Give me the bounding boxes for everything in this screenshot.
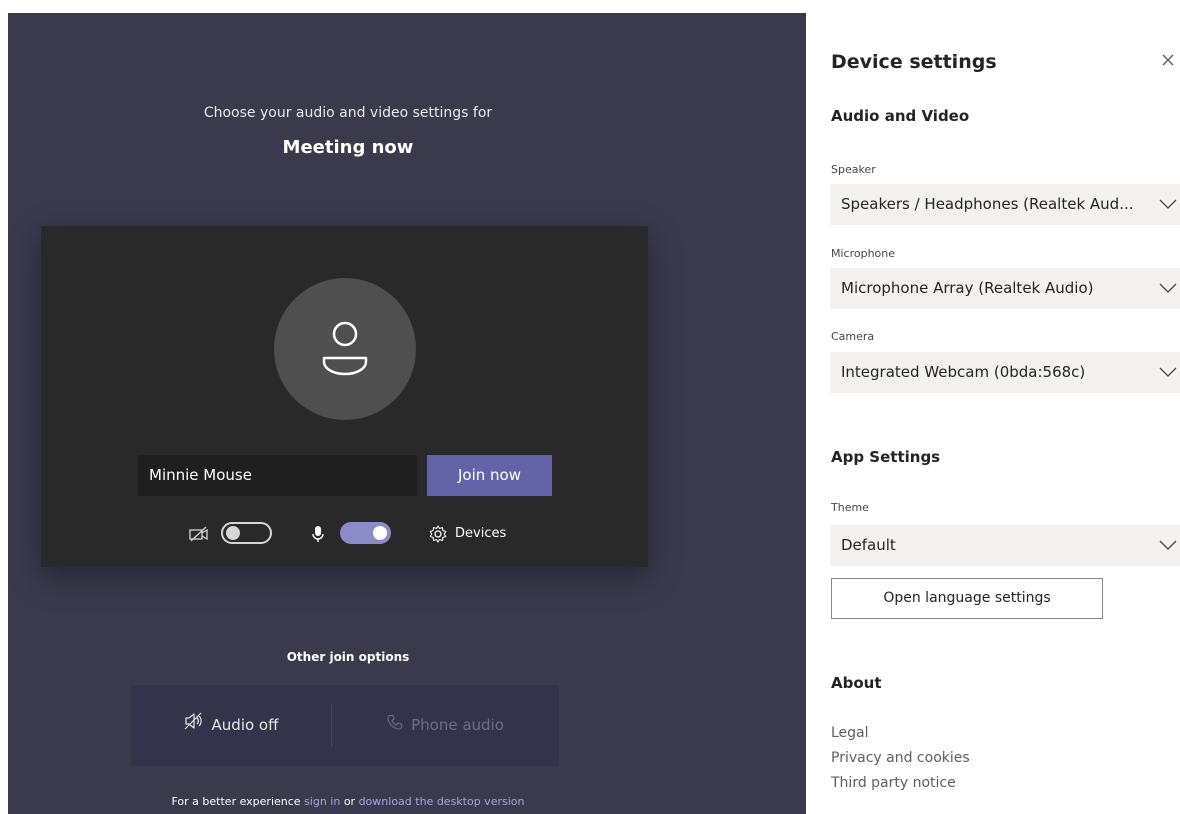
open-language-settings-button[interactable]: Open language settings <box>831 578 1103 619</box>
app-settings-heading: App Settings <box>831 448 941 466</box>
chevron-down-icon <box>1159 367 1177 377</box>
join-now-button[interactable]: Join now <box>427 455 552 496</box>
theme-value: Default <box>841 536 896 554</box>
footer-middle: or <box>340 795 359 808</box>
prejoin-stage: Choose your audio and video settings for… <box>8 13 806 814</box>
microphone-value: Microphone Array (Realtek Audio) <box>841 279 1094 297</box>
speaker-label: Speaker <box>831 163 876 176</box>
theme-select[interactable]: Default <box>830 525 1180 566</box>
person-icon <box>322 321 368 376</box>
video-preview: Minnie Mouse Join now Devices <box>41 226 648 567</box>
audio-off-option[interactable]: Audio off <box>131 685 331 766</box>
chevron-down-icon <box>1159 199 1177 209</box>
camera-label: Camera <box>831 330 875 343</box>
camera-value: Integrated Webcam (0bda:568c) <box>841 363 1086 381</box>
footer-text: For a better experience sign in or downl… <box>8 795 688 808</box>
speaker-off-icon <box>184 685 204 766</box>
camera-toggle[interactable] <box>221 522 272 544</box>
microphone-toggle[interactable] <box>340 522 391 544</box>
camera-toggle-knob <box>226 526 240 540</box>
phone-audio-option[interactable]: Phone audio <box>332 685 559 766</box>
privacy-cookies-link[interactable]: Privacy and cookies <box>831 750 970 766</box>
download-desktop-link[interactable]: download the desktop version <box>359 795 525 808</box>
legal-link[interactable]: Legal <box>831 725 869 741</box>
phone-icon <box>387 685 403 766</box>
phone-audio-label: Phone audio <box>411 716 504 734</box>
name-input[interactable]: Minnie Mouse <box>138 455 417 496</box>
devices-button[interactable]: Devices <box>455 520 506 548</box>
gear-icon[interactable] <box>428 520 448 548</box>
device-settings-panel: Device settings Audio and Video Speaker … <box>820 0 1180 814</box>
other-join-options: Audio off Phone audio <box>131 685 559 766</box>
panel-title: Device settings <box>831 51 997 73</box>
audio-off-label: Audio off <box>211 716 279 734</box>
close-icon[interactable] <box>1160 52 1176 68</box>
microphone-toggle-knob <box>373 526 387 540</box>
meeting-title: Meeting now <box>282 137 414 158</box>
camera-off-icon <box>188 520 210 548</box>
other-join-options-label: Other join options <box>286 650 410 664</box>
media-controls: Devices <box>41 520 648 548</box>
microphone-select[interactable]: Microphone Array (Realtek Audio) <box>830 268 1180 309</box>
third-party-notice-link[interactable]: Third party notice <box>831 775 956 791</box>
prejoin-prompt: Choose your audio and video settings for <box>203 105 493 121</box>
chevron-down-icon <box>1159 283 1177 293</box>
speaker-select[interactable]: Speakers / Headphones (Realtek Aud... <box>830 184 1180 225</box>
speaker-value: Speakers / Headphones (Realtek Aud... <box>841 195 1134 213</box>
microphone-label: Microphone <box>831 247 896 260</box>
avatar <box>274 278 416 420</box>
chevron-down-icon <box>1159 540 1177 550</box>
audio-video-heading: Audio and Video <box>831 107 970 125</box>
camera-select[interactable]: Integrated Webcam (0bda:568c) <box>830 352 1180 393</box>
theme-label: Theme <box>831 501 869 514</box>
sign-in-link[interactable]: sign in <box>304 795 340 808</box>
microphone-icon <box>311 520 325 548</box>
about-heading: About <box>831 674 882 692</box>
footer-prefix: For a better experience <box>171 795 305 808</box>
